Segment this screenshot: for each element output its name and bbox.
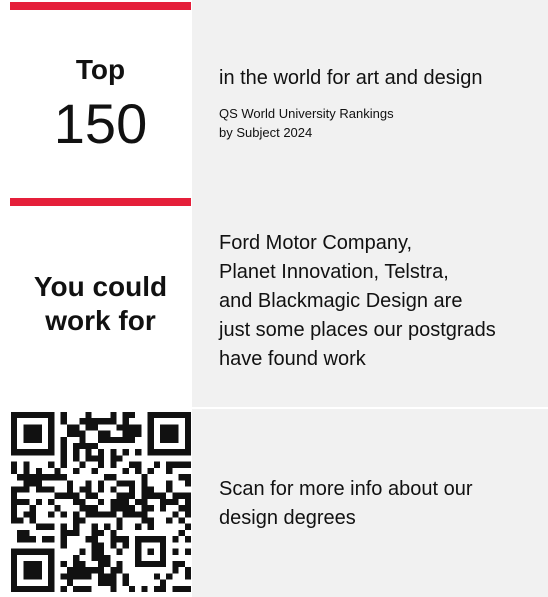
scan-text: Scan for more info about our design degr… xyxy=(219,475,472,533)
employers-text-line: and Blackmagic Design are xyxy=(219,290,463,312)
employers-text-line: have found work xyxy=(219,348,366,370)
scan-text-line: design degrees xyxy=(219,507,356,529)
scan-detail-panel: Scan for more info about our design degr… xyxy=(192,409,548,597)
ranking-headline: in the world for art and design xyxy=(219,67,483,89)
employers-label-line: You could xyxy=(33,271,168,302)
employers-detail-panel: Ford Motor Company, Planet Innovation, T… xyxy=(192,198,548,407)
ranking-source: QS World University Rankings by Subject … xyxy=(219,104,394,142)
ranking-top-label: Top xyxy=(75,54,126,85)
employers-text-line: just some places our postgrads xyxy=(219,319,496,341)
employers-text-line: Ford Motor Company, xyxy=(219,232,413,254)
ranking-top-number: 150 xyxy=(53,92,148,155)
scan-row: Scan for more info about our design degr… xyxy=(0,409,548,597)
ranking-detail-panel: in the world for art and design QS World… xyxy=(192,0,548,198)
ranking-stat-panel: Top 150 xyxy=(10,0,191,198)
employers-label: You could work for xyxy=(10,270,191,338)
accent-bar xyxy=(10,198,191,206)
ranking-source-line: QS World University Rankings xyxy=(219,106,394,121)
ranking-row: Top 150 in the world for art and design … xyxy=(0,0,548,198)
employers-text-line: Planet Innovation, Telstra, xyxy=(219,261,449,283)
scan-text-line: Scan for more info about our xyxy=(219,478,473,500)
employers-label-panel: You could work for xyxy=(10,198,191,407)
qr-code-icon[interactable] xyxy=(11,412,191,592)
qr-panel xyxy=(10,412,191,597)
employers-text: Ford Motor Company, Planet Innovation, T… xyxy=(219,229,496,374)
employers-label-line: work for xyxy=(45,305,156,336)
accent-bar xyxy=(10,2,191,10)
employers-row: You could work for Ford Motor Company, P… xyxy=(0,198,548,407)
ranking-source-line: by Subject 2024 xyxy=(219,125,313,140)
